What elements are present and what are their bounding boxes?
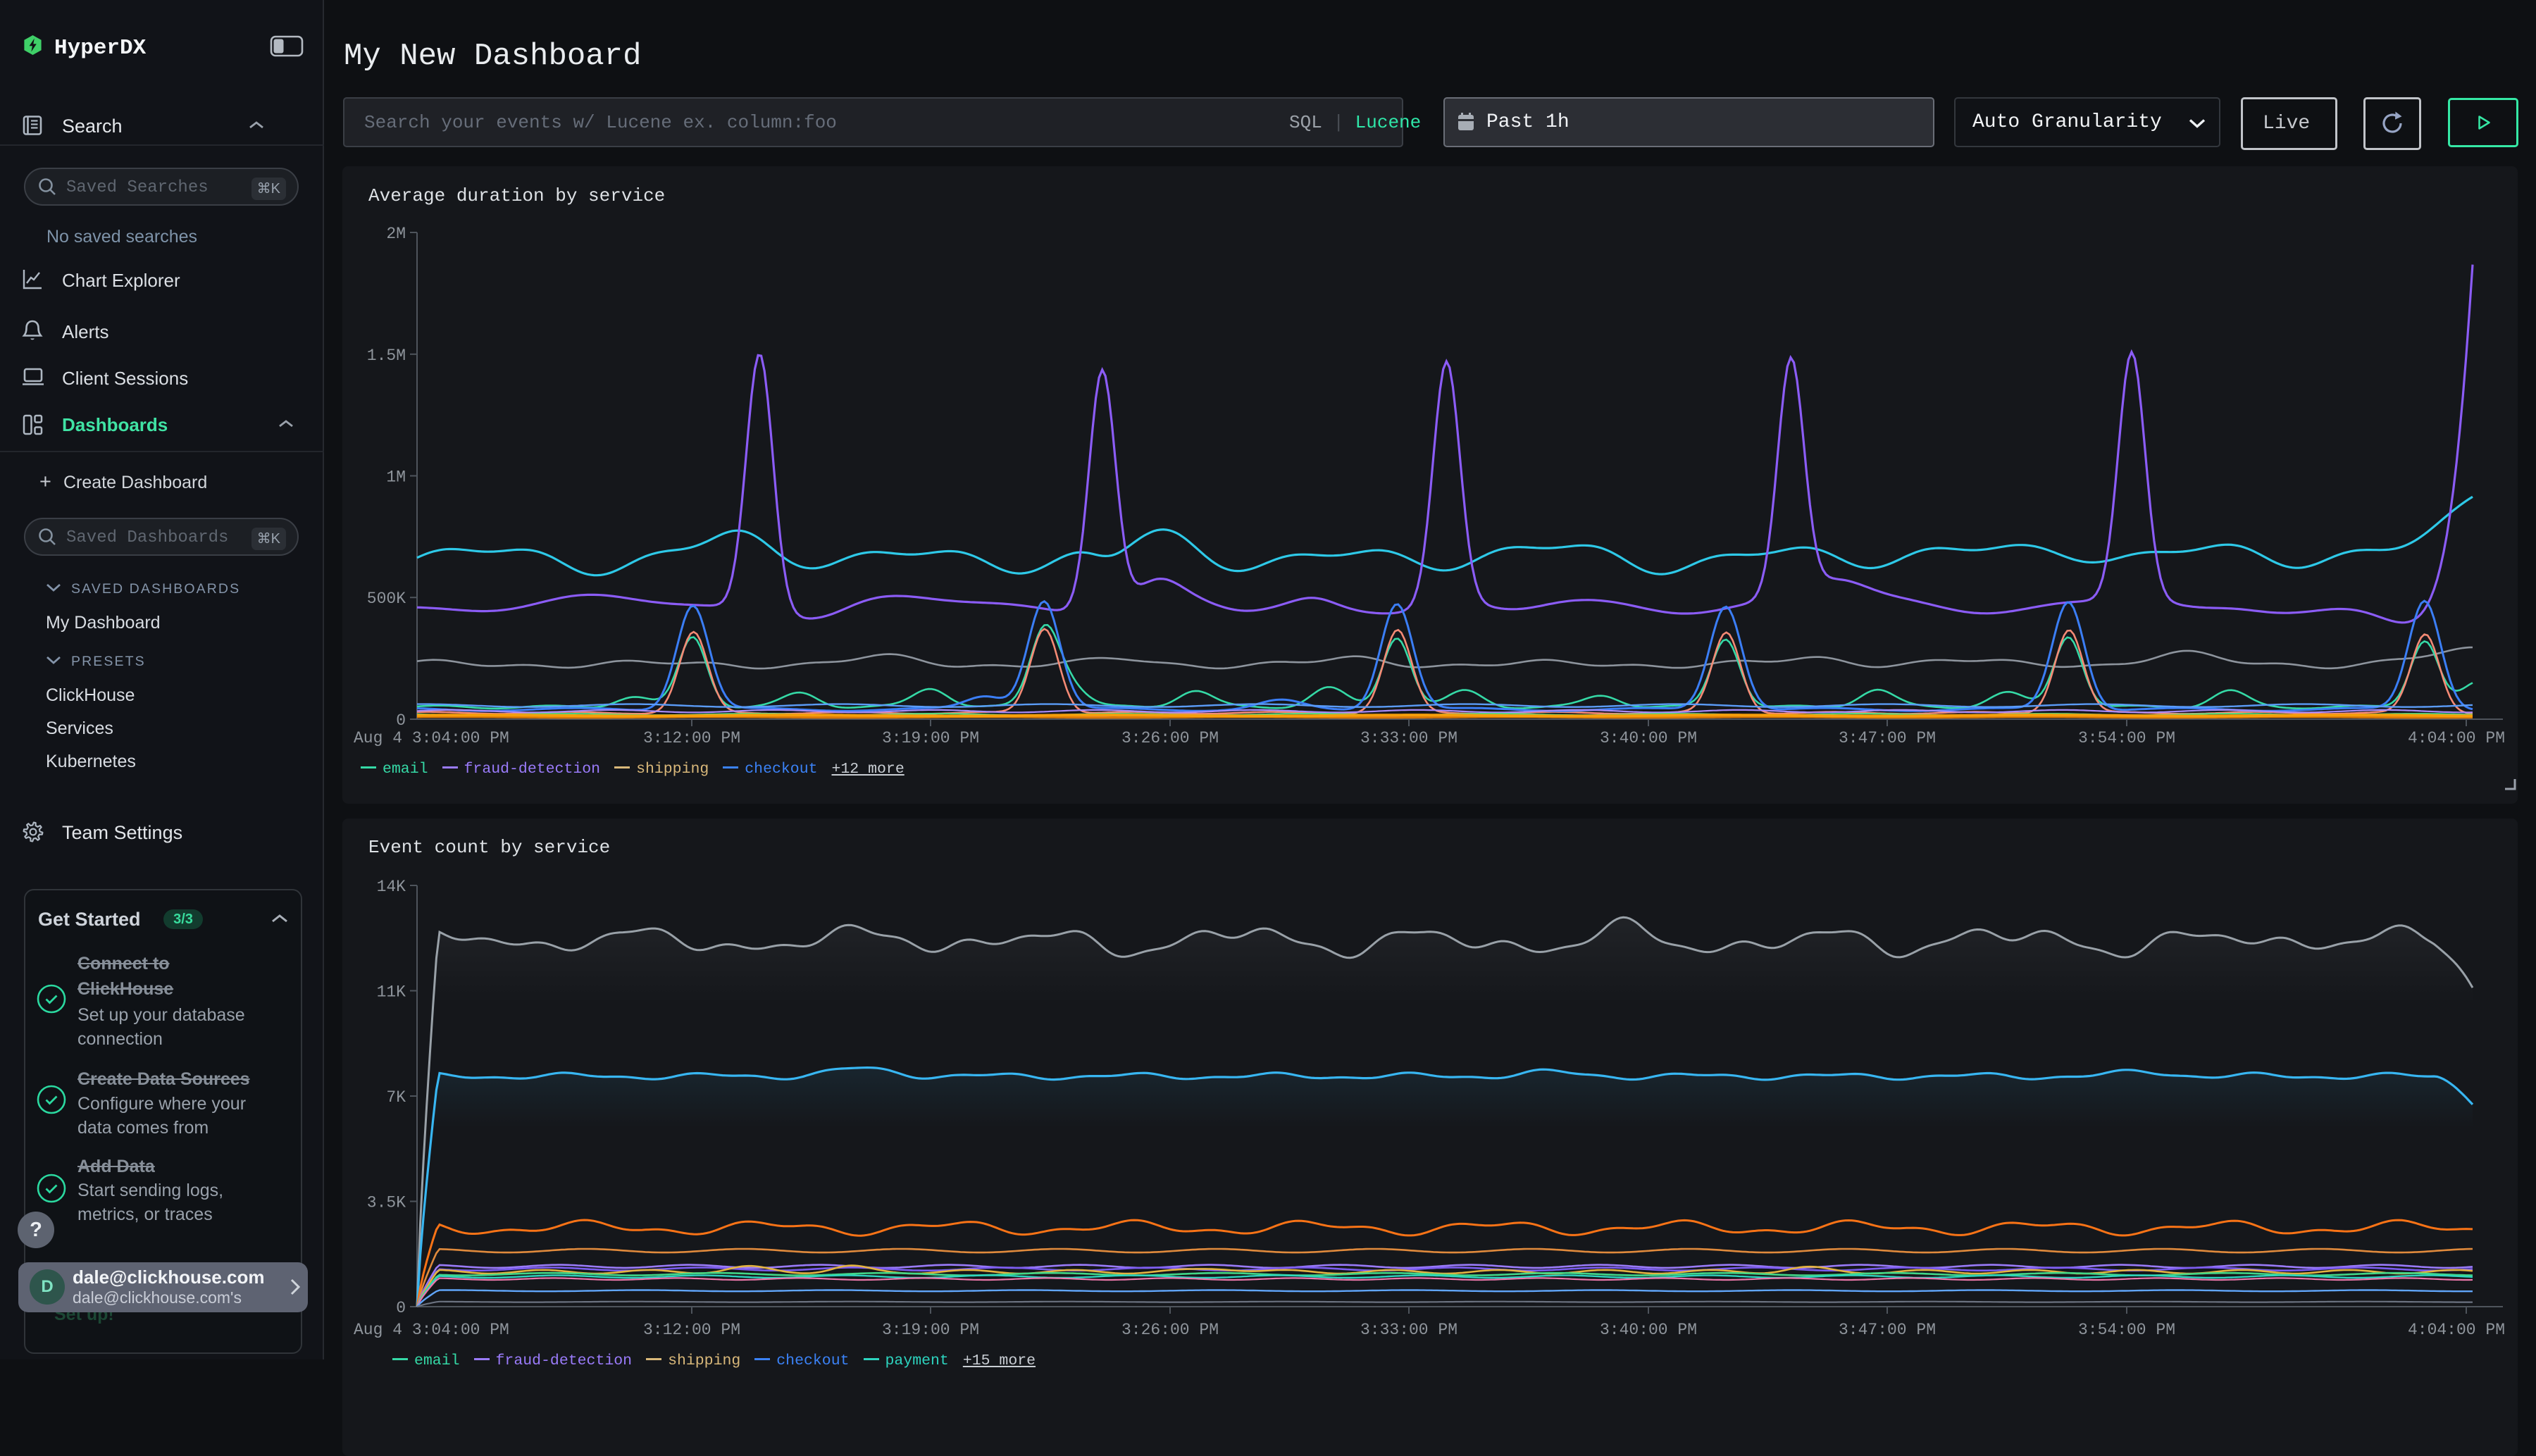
svg-text:3:54:00 PM: 3:54:00 PM [2078, 1321, 2175, 1339]
svg-text:0: 0 [396, 711, 406, 730]
svg-text:3:33:00 PM: 3:33:00 PM [1360, 1321, 1457, 1339]
svg-text:500K: 500K [367, 590, 406, 608]
svg-text:3:40:00 PM: 3:40:00 PM [1600, 729, 1697, 747]
svg-text:3:40:00 PM: 3:40:00 PM [1600, 1321, 1697, 1339]
svg-text:3:12:00 PM: 3:12:00 PM [643, 729, 740, 747]
svg-text:3:12:00 PM: 3:12:00 PM [643, 1321, 740, 1339]
svg-text:Aug 4 3:04:00 PM: Aug 4 3:04:00 PM [354, 1321, 509, 1339]
svg-text:3:19:00 PM: 3:19:00 PM [882, 729, 979, 747]
svg-text:4:04:00 PM: 4:04:00 PM [2408, 729, 2505, 747]
svg-text:4:04:00 PM: 4:04:00 PM [2408, 1321, 2505, 1339]
svg-text:3:47:00 PM: 3:47:00 PM [1839, 729, 1936, 747]
svg-text:3.5K: 3.5K [367, 1194, 406, 1212]
svg-text:3:26:00 PM: 3:26:00 PM [1121, 1321, 1219, 1339]
svg-text:2M: 2M [386, 225, 406, 243]
svg-text:Aug 4 3:04:00 PM: Aug 4 3:04:00 PM [354, 729, 509, 747]
svg-text:3:54:00 PM: 3:54:00 PM [2078, 729, 2175, 747]
svg-text:7K: 7K [386, 1088, 406, 1107]
svg-text:3:26:00 PM: 3:26:00 PM [1121, 729, 1219, 747]
svg-text:1M: 1M [386, 468, 406, 487]
svg-text:3:47:00 PM: 3:47:00 PM [1839, 1321, 1936, 1339]
svg-text:3:33:00 PM: 3:33:00 PM [1360, 729, 1457, 747]
svg-text:3:19:00 PM: 3:19:00 PM [882, 1321, 979, 1339]
svg-text:1.5M: 1.5M [367, 347, 406, 365]
svg-text:0: 0 [396, 1299, 406, 1317]
svg-text:11K: 11K [377, 983, 406, 1002]
svg-text:14K: 14K [377, 878, 406, 896]
